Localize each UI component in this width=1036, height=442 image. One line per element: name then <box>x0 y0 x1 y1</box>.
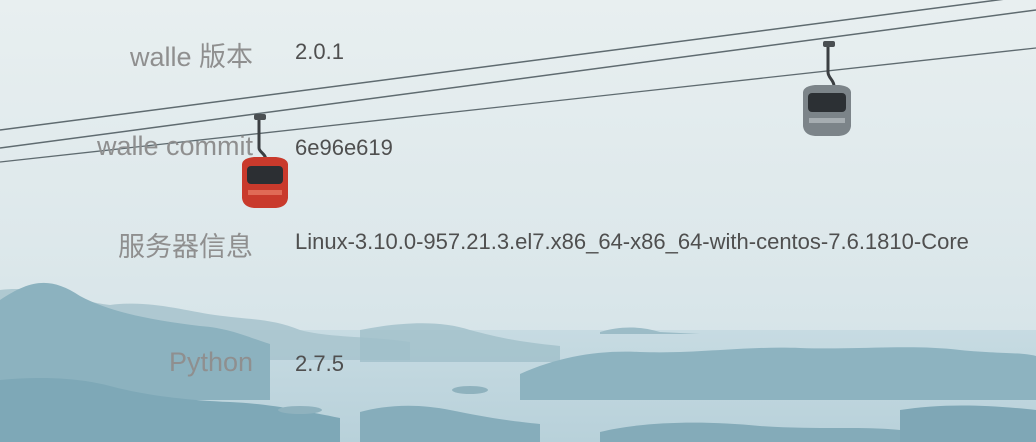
walle-version-label: walle 版本 <box>129 42 253 72</box>
walle-commit-value: 6e96e619 <box>295 135 393 160</box>
python-version-label: Python <box>168 347 253 377</box>
about-info-panel: walle 版本 2.0.1 walle commit 6e96e619 服务器… <box>0 0 1036 442</box>
server-info-label: 服务器信息 <box>118 232 253 262</box>
python-version-value: 2.7.5 <box>295 351 344 376</box>
walle-commit-label: walle commit <box>96 131 253 161</box>
walle-version-value: 2.0.1 <box>295 39 344 64</box>
server-info-value: Linux-3.10.0-957.21.3.el7.x86_64-x86_64-… <box>295 229 969 254</box>
